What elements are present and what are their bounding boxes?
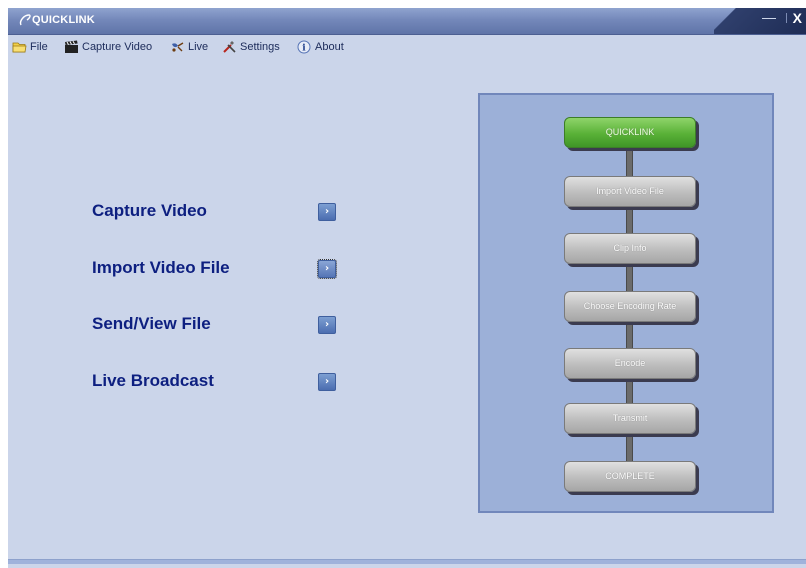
close-button[interactable]: X	[793, 10, 802, 26]
workflow-step-choose-encoding-rate[interactable]: Choose Encoding Rate	[564, 291, 696, 322]
import-video-file-go-button[interactable]: ›	[317, 259, 337, 279]
title-bar[interactable]: QUICKLINK — X	[8, 8, 806, 35]
clapperboard-icon	[65, 40, 78, 53]
info-icon: i	[297, 40, 311, 54]
menu-about[interactable]: i About	[297, 39, 344, 55]
app-logo-icon	[19, 14, 31, 26]
capture-video-go-button[interactable]: ›	[318, 203, 336, 221]
minimize-button[interactable]: —	[762, 9, 776, 25]
option-import-video-file[interactable]: Import Video File	[92, 258, 230, 278]
menu-settings-label: Settings	[240, 41, 280, 53]
menu-bar: File Capture Video Live Settings i About	[8, 36, 806, 56]
tools-icon	[223, 41, 236, 53]
menu-live-label: Live	[188, 41, 209, 53]
menu-capture-video[interactable]: Capture Video	[64, 39, 152, 55]
menu-file-label: File	[30, 41, 48, 53]
menu-about-label: About	[315, 41, 344, 53]
window-title: QUICKLINK	[32, 14, 95, 26]
workflow-step-transmit[interactable]: Transmit	[564, 403, 696, 434]
menu-capture-video-label: Capture Video	[82, 41, 153, 53]
send-view-file-go-button[interactable]: ›	[318, 316, 336, 334]
folder-icon	[12, 42, 27, 53]
option-live-broadcast[interactable]: Live Broadcast	[92, 371, 214, 391]
menu-settings[interactable]: Settings	[222, 39, 280, 55]
workflow-step-import-video-file[interactable]: Import Video File	[564, 176, 696, 207]
menu-live[interactable]: Live	[170, 39, 208, 55]
live-broadcast-go-button[interactable]: ›	[318, 373, 336, 391]
svg-text:i: i	[302, 44, 306, 54]
workflow-panel: QUICKLINK Import Video File Clip Info Ch…	[478, 93, 774, 513]
menu-file[interactable]: File	[12, 39, 48, 55]
status-strip	[8, 559, 806, 564]
window-controls-divider	[786, 13, 787, 23]
option-capture-video[interactable]: Capture Video	[92, 201, 207, 221]
option-send-view-file[interactable]: Send/View File	[92, 314, 211, 334]
workflow-step-encode[interactable]: Encode	[564, 348, 696, 379]
satellite-icon	[172, 42, 184, 52]
workflow-step-quicklink[interactable]: QUICKLINK	[564, 117, 696, 148]
workflow-connector	[626, 263, 633, 293]
workflow-connector	[626, 146, 633, 176]
workflow-step-complete[interactable]: COMPLETE	[564, 461, 696, 492]
app-window: QUICKLINK — X File Capture Video Live Se…	[8, 8, 806, 568]
workflow-connector	[626, 433, 633, 463]
workflow-step-clip-info[interactable]: Clip Info	[564, 233, 696, 264]
workflow-connector	[626, 321, 633, 351]
